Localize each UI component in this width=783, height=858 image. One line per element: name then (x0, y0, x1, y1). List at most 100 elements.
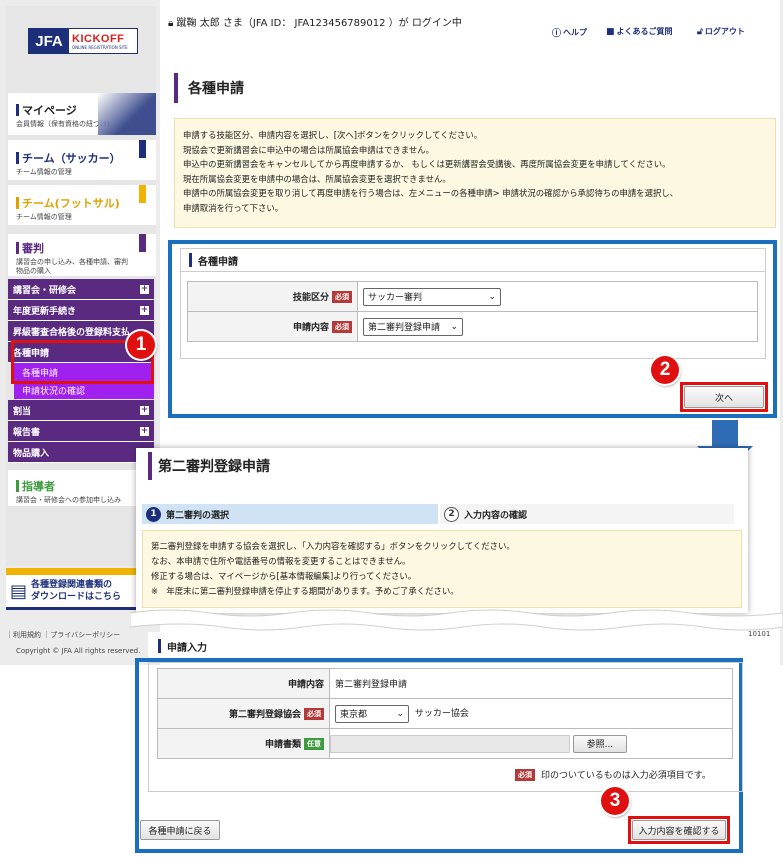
page-title: 各種申請 (174, 73, 770, 103)
menu-label: 年度更新手続き (13, 306, 77, 317)
step-label: 第二審判の選択 (166, 510, 230, 521)
menu-assignment[interactable]: 割当 + (8, 400, 154, 421)
step-number: 1 (146, 506, 161, 522)
logo-jfa-text: JFA (29, 29, 69, 53)
login-status: 🔒︎ 蹴鞠 太郎 さま（JFA ID： JFA123456789012 ）が ロ… (168, 14, 462, 29)
bookmark-icon (139, 140, 146, 158)
required-note-text: 印のついているものは入力必須項目です。 (541, 771, 711, 781)
download-banner[interactable]: ▤ 各種登録関連書類の ダウンロードはこちら (6, 568, 156, 610)
login-status-text: 蹴鞠 太郎 さま（JFA ID： JFA123456789012 ）が ログイン… (176, 18, 462, 29)
form-label-cell: 申請書類 任意 (157, 728, 330, 759)
sidebar-referee[interactable]: 審判 講習会の申し込み、各種申請、審判物品の購入 (8, 234, 156, 276)
lock-icon: 🔒︎ (168, 18, 174, 29)
instruction-line: なお、本申請で住所や電話番号の情報を変更することはできません。 (151, 556, 411, 566)
association-suffix: サッカー協会 (414, 709, 469, 719)
team-soccer-title: チーム（サッカー） (22, 152, 121, 165)
skill-select[interactable]: サッカー審判 ⌄ (363, 287, 501, 306)
form-label-cell: 申請内容 (157, 668, 330, 699)
menu-annual-renewal[interactable]: 年度更新手続き + (8, 300, 154, 321)
menu-seminars[interactable]: 講習会・研修会 + (8, 279, 154, 300)
application-form-table: 技能区分 必須 サッカー審判 ⌄ 申請内容 必須 第二審判登録申請 ⌄ (187, 281, 758, 342)
instruction-line: 第二審判登録を申請する協会を選択し、「入力内容を確認する」ボタンをクリックしてく… (151, 541, 515, 551)
logo-kickoff-text: KICKOFF (72, 32, 125, 45)
file-path-field[interactable] (330, 734, 570, 753)
jfa-kickoff-logo[interactable]: JFA KICKOFF ONLINE REGISTRATION SITE (28, 28, 138, 54)
form-row-content: 申請内容 必須 第二審判登録申請 ⌄ (187, 311, 758, 342)
second-section-title: 申請入力 (167, 642, 207, 654)
chevron-down-icon: ⌄ (488, 291, 496, 302)
form-label-cell: 申請内容 必須 (187, 311, 358, 342)
second-page-title: 第二審判登録申請 (148, 452, 270, 480)
section-title: 各種申請 (198, 256, 238, 268)
skill-label: 技能区分 (292, 292, 329, 303)
second-section-header: 申請入力 (152, 634, 748, 658)
instruction-line: 現協会で更新講習会に申込中の場合は所属協会申請はできません。 (183, 144, 434, 155)
form-row-association: 第二審判登録協会 必須 東京都 ⌄ サッカー協会 (157, 698, 733, 729)
instruction-line: 修正する場合は、マイページから[基本情報編集]より行ってください。 (151, 571, 417, 581)
highlight-next-button (680, 382, 768, 412)
sidebar-mypage[interactable]: マイページ 会員情報（保有資格の紐づけ） (8, 93, 156, 135)
logo-sub-text: ONLINE REGISTRATION SITE (72, 44, 128, 50)
help-link[interactable]: ⓘ ヘルプ (552, 26, 587, 39)
association-select[interactable]: 東京都 ⌄ (335, 704, 409, 723)
required-badge: 必須 (515, 768, 535, 781)
chevron-down-icon: ⌄ (450, 321, 458, 332)
step-marker-2: 2 (651, 356, 679, 384)
step-marker-3: 3 (601, 787, 629, 815)
instruction-line: 申請取消を行って下さい。 (183, 202, 284, 213)
step-marker-1: 1 (127, 331, 155, 359)
step-indicator-1: 1 第二審判の選択 (142, 504, 438, 524)
team-soccer-sub: チーム情報の管理 (16, 168, 72, 176)
document-download-icon: ▤ (10, 580, 28, 602)
team-futsal-sub: チーム情報の管理 (16, 213, 72, 221)
sidebar-coach[interactable]: 指導者 講習会・研修会への参加申し込み (8, 470, 156, 506)
menu-goods[interactable]: 物品購入 (8, 442, 154, 463)
form-row-document: 申請書類 任意 参照... (157, 728, 733, 759)
skill-select-value: サッカー審判 (368, 293, 423, 303)
content-label: 申請内容 (287, 680, 324, 690)
plus-icon: + (140, 304, 149, 315)
download-line2: ダウンロードはこちら (31, 592, 122, 602)
truck-icon: ■ (606, 26, 615, 37)
faq-link[interactable]: ■ よくあるご質問 (606, 26, 673, 37)
menu-reports[interactable]: 報告書 + (8, 421, 154, 442)
document-label: 申請書類 (264, 739, 301, 750)
required-badge: 必須 (304, 708, 324, 721)
form-value-cell: サッカー審判 ⌄ (357, 281, 758, 312)
question-circle-icon: ⓘ (552, 29, 562, 39)
sidebar-team-futsal[interactable]: チーム(フットサル) チーム情報の管理 (8, 185, 156, 225)
referee-title: 審判 (22, 242, 44, 255)
form-value-cell: 第二審判登録申請 ⌄ (357, 311, 758, 342)
step-number: 2 (444, 506, 459, 522)
browse-button[interactable]: 参照... (572, 734, 627, 753)
instruction-line: ※ 年度末に第二審判登録申請を停止する期間があります。予めご了承ください。 (151, 586, 459, 596)
second-instructions-box: 第二審判登録を申請する協会を選択し、「入力内容を確認する」ボタンをクリックしてく… (142, 530, 742, 608)
association-select-value: 東京都 (340, 710, 368, 720)
form-row-content: 申請内容 第二審判登録申請 (157, 668, 733, 699)
sidebar-team-soccer[interactable]: チーム（サッカー） チーム情報の管理 (8, 140, 156, 180)
team-futsal-title: チーム(フットサル) (22, 197, 120, 210)
content-select[interactable]: 第二審判登録申請 ⌄ (363, 317, 463, 336)
menu-label: 昇級審査合格後の登録料支払 (13, 327, 131, 338)
step-label: 入力内容の確認 (464, 510, 528, 521)
instruction-line: 申請する技能区分、申請内容を選択し、[次へ]ボタンをクリックしてください。 (183, 130, 483, 140)
plus-icon: + (140, 404, 149, 415)
referee-sub: 講習会の申し込み、各種申請、審判物品の購入 (16, 258, 128, 275)
content-value: 第二審判登録申請 (335, 680, 408, 690)
plus-icon: + (140, 283, 149, 294)
back-button[interactable]: 各種申請に戻る (140, 820, 220, 840)
faq-label: よくあるご質問 (616, 27, 673, 36)
instruction-line: 申請中の所属協会変更を取り消して再度申請を行う場合は、左メニューの各種申請> 申… (183, 188, 679, 199)
chevron-down-icon: ⌄ (396, 708, 404, 719)
required-badge: 必須 (332, 291, 352, 304)
content-label: 申請内容 (292, 322, 329, 333)
footer-copyright: Copyright © JFA All rights reserved. (16, 647, 141, 655)
section-header: 各種申請 (180, 248, 766, 272)
lock-open-icon: 🔓︎ (697, 26, 703, 37)
footer-links[interactable]: ｜利用規約 ｜プライバシーポリシー (6, 630, 120, 640)
menu-label: 講習会・研修会 (13, 285, 77, 296)
logout-link[interactable]: 🔓︎ ログアウト (697, 26, 745, 37)
mypage-title: マイページ (22, 104, 77, 117)
form-row-skill: 技能区分 必須 サッカー審判 ⌄ (187, 281, 758, 312)
step-indicator-2: 2 入力内容の確認 (440, 504, 734, 524)
